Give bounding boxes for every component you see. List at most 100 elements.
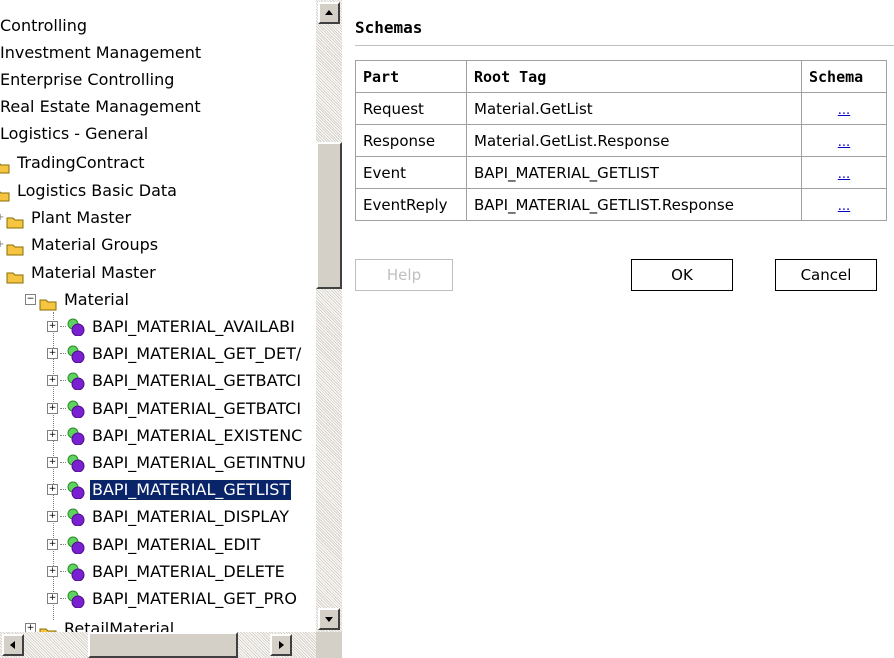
tree-item-label: BAPI_MATERIAL_DELETE — [92, 561, 285, 581]
tree-item-material-master[interactable]: -Material Master — [0, 259, 158, 285]
tree-item-label: Plant Master — [31, 207, 132, 227]
column-header-part: Part — [355, 60, 467, 93]
hscroll-thumb[interactable] — [88, 632, 238, 658]
tree-item-label: BAPI_MATERIAL_EXISTENC — [92, 425, 303, 445]
bapi-method-icon — [66, 508, 86, 526]
plus-box-icon[interactable]: + — [47, 539, 58, 550]
cell-root-tag: Material.GetList.Response — [466, 124, 802, 157]
cell-part: Response — [355, 124, 467, 157]
bapi-method-icon — [66, 590, 86, 608]
bapi-method-icon — [66, 563, 86, 581]
bapi-method-icon — [66, 481, 86, 499]
cell-root-tag: BAPI_MATERIAL_GETLIST.Response — [466, 188, 802, 221]
folder-icon — [6, 266, 24, 284]
tree-item-label: Material Groups — [31, 234, 159, 254]
folder-icon — [0, 184, 10, 202]
tree-item-label: Logistics Basic Data — [17, 180, 177, 200]
tree-item-label: BAPI_MATERIAL_AVAILABI — [92, 316, 295, 336]
tree-item-plant-master[interactable]: + Plant Master — [0, 204, 133, 230]
folder-icon — [0, 156, 10, 174]
plus-box-icon[interactable]: + — [47, 566, 58, 577]
ok-button[interactable]: OK — [631, 259, 733, 291]
bapi-method-icon — [66, 345, 86, 363]
tree-item-material[interactable]: − Material — [25, 286, 131, 312]
schemas-panel: Schemas Part Root Tag Schema Request Mat… — [345, 0, 894, 658]
cell-part: Event — [355, 156, 467, 189]
tree-viewport: Controlling Investment Management Enterp… — [0, 0, 316, 632]
tree-item-bapi-method[interactable]: + BAPI_MATERIAL_EDIT — [47, 531, 262, 557]
plus-box-icon[interactable]: + — [25, 623, 36, 632]
help-button[interactable]: Help — [355, 259, 453, 291]
tree-item-bapi-method[interactable]: + BAPI_MATERIAL_GETBATCI — [47, 395, 303, 421]
tree-item-bapi-method[interactable]: + BAPI_MATERIAL_AVAILABI — [47, 313, 297, 339]
schema-link[interactable]: ... — [838, 167, 850, 182]
tree-item-label: BAPI_MATERIAL_GETINTNU — [92, 452, 306, 472]
plus-box-icon[interactable]: + — [47, 457, 58, 468]
table-row: EventReply BAPI_MATERIAL_GETLIST.Respons… — [355, 188, 887, 221]
plus-box-icon[interactable]: + — [47, 511, 58, 522]
plus-box-icon[interactable]: + — [47, 403, 58, 414]
schema-link[interactable]: ... — [838, 199, 850, 214]
tree-item-enterprise-controlling[interactable]: Enterprise Controlling — [0, 66, 176, 92]
tree-item-tradingcontract[interactable]: TradingContract — [0, 149, 147, 175]
cancel-button[interactable]: Cancel — [775, 259, 877, 291]
tree-item-bapi-method[interactable]: + BAPI_MATERIAL_DISPLAY — [47, 503, 291, 529]
tree-item-bapi-method[interactable]: + BAPI_MATERIAL_GETINTNU — [47, 449, 308, 475]
tree-item-label: Enterprise Controlling — [0, 69, 175, 89]
tree-item-label: Material Master — [31, 262, 156, 282]
tree-item-retailmaterial[interactable]: + RetailMaterial — [25, 615, 176, 632]
tree-item-material-groups[interactable]: + Material Groups — [0, 231, 160, 257]
tree-horizontal-scrollbar[interactable] — [0, 632, 316, 658]
tree-item-label: BAPI_MATERIAL_GETBATCI — [92, 370, 302, 390]
tree-item-investment-management[interactable]: Investment Management — [0, 39, 203, 65]
tree-item-bapi-method[interactable]: + BAPI_MATERIAL_GETLIST — [47, 476, 293, 502]
plus-box-icon[interactable]: + — [47, 348, 58, 359]
plus-box-icon[interactable]: + — [47, 430, 58, 441]
cell-root-tag: Material.GetList — [466, 92, 802, 125]
schemas-table: Part Root Tag Schema Request Material.Ge… — [355, 60, 887, 221]
tree-item-label: Material — [64, 289, 129, 309]
scroll-thumb[interactable] — [316, 142, 342, 289]
tree-item-label: BAPI_MATERIAL_GET_PRO — [92, 588, 298, 608]
bapi-method-icon — [66, 454, 86, 472]
tree-item-label: BAPI_MATERIAL_GETLIST — [88, 478, 293, 501]
scroll-right-button[interactable] — [270, 634, 292, 656]
folder-icon — [39, 293, 57, 311]
tree-item-label: Real Estate Management — [0, 96, 201, 116]
scroll-up-button[interactable] — [318, 2, 340, 24]
scroll-left-button[interactable] — [2, 634, 24, 656]
tree-item-label: BAPI_MATERIAL_GET_DET/ — [92, 343, 302, 363]
tree-item-bapi-method[interactable]: + BAPI_MATERIAL_GET_DET/ — [47, 340, 303, 366]
tree-item-controlling[interactable]: Controlling — [0, 12, 89, 38]
tree-item-label: Investment Management — [0, 42, 202, 62]
tree-item-bapi-method[interactable]: + BAPI_MATERIAL_GET_PRO — [47, 585, 299, 611]
tree-item-bapi-method[interactable]: + BAPI_MATERIAL_GETBATCI — [47, 367, 303, 393]
scroll-down-button[interactable] — [318, 608, 340, 630]
cell-schema: ... — [801, 124, 887, 157]
tree-vertical-scrollbar[interactable] — [316, 0, 342, 632]
table-row: Response Material.GetList.Response ... — [355, 124, 887, 157]
bapi-method-icon — [66, 400, 86, 418]
tree-item-label: Controlling — [0, 15, 88, 35]
plus-box-icon[interactable]: + — [47, 321, 58, 332]
table-header-row: Part Root Tag Schema — [355, 60, 887, 93]
tree-item-bapi-method[interactable]: + BAPI_MATERIAL_DELETE — [47, 558, 287, 584]
minus-box-icon[interactable]: − — [25, 294, 36, 305]
table-row: Event BAPI_MATERIAL_GETLIST ... — [355, 156, 887, 189]
tree-item-label: BAPI_MATERIAL_GETBATCI — [92, 398, 302, 418]
tree-item-logistics-general[interactable]: Logistics - General — [0, 120, 150, 146]
column-header-root-tag: Root Tag — [466, 60, 802, 93]
bapi-method-icon — [66, 536, 86, 554]
schema-link[interactable]: ... — [838, 135, 850, 150]
bapi-method-icon — [66, 318, 86, 336]
plus-box-icon[interactable]: + — [47, 375, 58, 386]
column-header-schema: Schema — [801, 60, 887, 93]
tree-item-logistics-basic-data[interactable]: Logistics Basic Data — [0, 177, 179, 203]
folder-icon — [6, 238, 24, 256]
tree-item-bapi-method[interactable]: + BAPI_MATERIAL_EXISTENC — [47, 422, 304, 448]
plus-box-icon[interactable]: + — [47, 593, 58, 604]
tree-item-label: BAPI_MATERIAL_DISPLAY — [92, 506, 289, 526]
schema-link[interactable]: ... — [838, 103, 850, 118]
plus-box-icon[interactable]: + — [47, 484, 58, 495]
tree-item-real-estate-management[interactable]: Real Estate Management — [0, 93, 203, 119]
